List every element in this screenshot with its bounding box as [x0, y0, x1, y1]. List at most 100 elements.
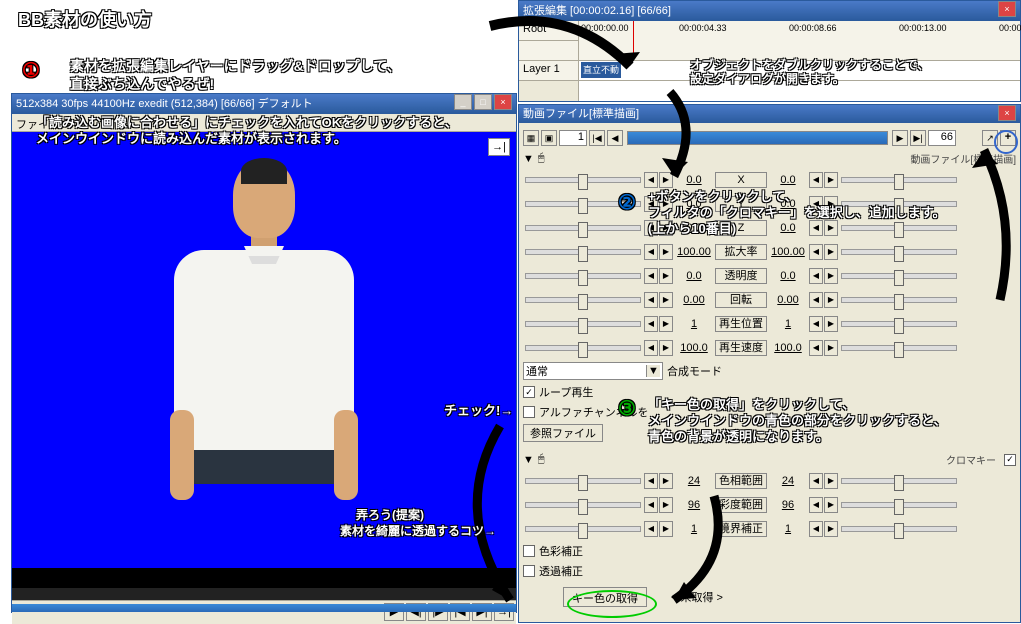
settings-close-button[interactable]: × [998, 105, 1016, 121]
inc-button[interactable]: ▶ [824, 473, 838, 489]
timeline-ruler[interactable]: 00:00:00.00 00:00:04.33 00:00:08.66 00:0… [579, 21, 1020, 101]
param-slider-left[interactable] [525, 502, 641, 508]
reference-file-button[interactable]: 参照ファイル [523, 424, 603, 442]
timeline-titlebar[interactable]: 拡張編集 [00:00:02.16] [66/66] × [519, 1, 1020, 21]
maximize-button[interactable]: □ [474, 94, 492, 110]
param-name-button[interactable]: 拡大率 [715, 244, 767, 260]
param-value-left[interactable]: 1 [674, 316, 714, 332]
param-name-button[interactable]: Z [715, 220, 767, 236]
param-value-right[interactable]: 24 [768, 473, 808, 489]
dec-button[interactable]: ◀ [644, 497, 658, 513]
loop-checkbox[interactable]: ✓ [523, 386, 535, 398]
root-label[interactable]: Root [519, 21, 578, 41]
param-name-button[interactable]: 境界補正 [715, 521, 767, 537]
layer-label[interactable]: Layer 1 [519, 61, 578, 81]
dec-button[interactable]: ◀ [809, 292, 823, 308]
prev-icon[interactable]: ◀ [607, 130, 623, 146]
blend-mode-combo[interactable]: 通常 ▼ [523, 362, 663, 380]
progress-bar[interactable] [12, 604, 516, 612]
param-slider-left[interactable] [525, 249, 641, 255]
key-color-button[interactable]: キー色の取得 [563, 587, 647, 607]
param-slider-left[interactable] [525, 478, 641, 484]
param-value-left[interactable]: 0.0 [674, 196, 714, 212]
inc-button[interactable]: ▶ [659, 521, 673, 537]
file-menu[interactable]: ファイル [16, 119, 60, 131]
dec-button[interactable]: ◀ [809, 497, 823, 513]
lock-icon[interactable]: 🖱 [538, 453, 545, 466]
dec-button[interactable]: ◀ [644, 172, 658, 188]
param-slider-right[interactable] [841, 225, 957, 231]
dec-button[interactable]: ◀ [809, 340, 823, 356]
param-slider-right[interactable] [841, 345, 957, 351]
param-value-right[interactable]: 0.0 [768, 268, 808, 284]
param-slider-left[interactable] [525, 225, 641, 231]
param-slider-left[interactable] [525, 297, 641, 303]
dec-button[interactable]: ◀ [809, 268, 823, 284]
dec-button[interactable]: ◀ [644, 292, 658, 308]
preview-titlebar[interactable]: 512x384 30fps 44100Hz exedit (512,384) [… [12, 94, 516, 114]
param-slider-right[interactable] [841, 478, 957, 484]
img-icon[interactable]: ▣ [541, 130, 557, 146]
inc-button[interactable]: ▶ [824, 521, 838, 537]
inc-button[interactable]: ▶ [659, 473, 673, 489]
param-name-button[interactable]: 透明度 [715, 268, 767, 284]
anchor-icon[interactable]: ↗ [982, 130, 998, 146]
close-button[interactable]: × [494, 94, 512, 110]
param-slider-left[interactable] [525, 273, 641, 279]
inc-button[interactable]: ▶ [659, 268, 673, 284]
next-icon[interactable]: ▶ [892, 130, 908, 146]
preview-expand-icon[interactable]: →| [488, 138, 510, 156]
dec-button[interactable]: ◀ [644, 220, 658, 236]
ffwd-icon[interactable]: ▶| [910, 130, 926, 146]
timeline-close-button[interactable]: × [998, 1, 1016, 17]
layer-icon[interactable]: ▦ [523, 130, 539, 146]
dec-button[interactable]: ◀ [644, 473, 658, 489]
inc-button[interactable]: ▶ [659, 497, 673, 513]
transp-correct-checkbox[interactable] [523, 565, 535, 577]
param-name-button[interactable]: 色相範囲 [715, 473, 767, 489]
inc-button[interactable]: ▶ [659, 196, 673, 212]
frame-start-input[interactable]: 1 [559, 130, 587, 146]
param-slider-left[interactable] [525, 345, 641, 351]
layer-track[interactable]: 直立不動 [579, 61, 1020, 81]
inc-button[interactable]: ▶ [824, 340, 838, 356]
param-value-right[interactable]: 1 [768, 521, 808, 537]
settings-titlebar[interactable]: 動画ファイル[標準描画] × [519, 105, 1020, 123]
param-slider-left[interactable] [525, 526, 641, 532]
dec-button[interactable]: ◀ [809, 220, 823, 236]
param-value-left[interactable]: 0.00 [674, 292, 714, 308]
lock-icon[interactable]: 🖱 [538, 152, 545, 165]
menu-bar[interactable]: ファイル [12, 114, 516, 132]
dec-button[interactable]: ◀ [644, 340, 658, 356]
preview-canvas[interactable]: →| [12, 132, 516, 568]
param-value-right[interactable]: 0.0 [768, 172, 808, 188]
inc-button[interactable]: ▶ [659, 172, 673, 188]
param-value-right[interactable]: 0.0 [768, 220, 808, 236]
param-value-left[interactable]: 0.0 [674, 220, 714, 236]
dec-button[interactable]: ◀ [644, 521, 658, 537]
param-name-button[interactable]: X [715, 172, 767, 188]
param-value-left[interactable]: 96 [674, 497, 714, 513]
param-value-left[interactable]: 0.0 [674, 268, 714, 284]
param-value-right[interactable]: 100.00 [768, 244, 808, 260]
param-value-right[interactable]: 1 [768, 316, 808, 332]
param-slider-left[interactable] [525, 177, 641, 183]
add-filter-button[interactable]: + [1000, 130, 1016, 146]
param-slider-right[interactable] [841, 502, 957, 508]
inc-button[interactable]: ▶ [659, 292, 673, 308]
param-value-right[interactable]: 0.00 [768, 292, 808, 308]
param-slider-right[interactable] [841, 201, 957, 207]
param-slider-right[interactable] [841, 177, 957, 183]
param-value-left[interactable]: 24 [674, 473, 714, 489]
inc-button[interactable]: ▶ [824, 196, 838, 212]
video-clip[interactable]: 直立不動 [581, 62, 621, 78]
param-slider-left[interactable] [525, 201, 641, 207]
rewind-icon[interactable]: |◀ [589, 130, 605, 146]
inc-button[interactable]: ▶ [824, 497, 838, 513]
dec-button[interactable]: ◀ [644, 316, 658, 332]
collapse-icon[interactable]: ▼ [523, 454, 534, 466]
param-name-button[interactable]: 彩度範囲 [715, 497, 767, 513]
alpha-checkbox[interactable] [523, 406, 535, 418]
param-slider-left[interactable] [525, 321, 641, 327]
dec-button[interactable]: ◀ [809, 473, 823, 489]
